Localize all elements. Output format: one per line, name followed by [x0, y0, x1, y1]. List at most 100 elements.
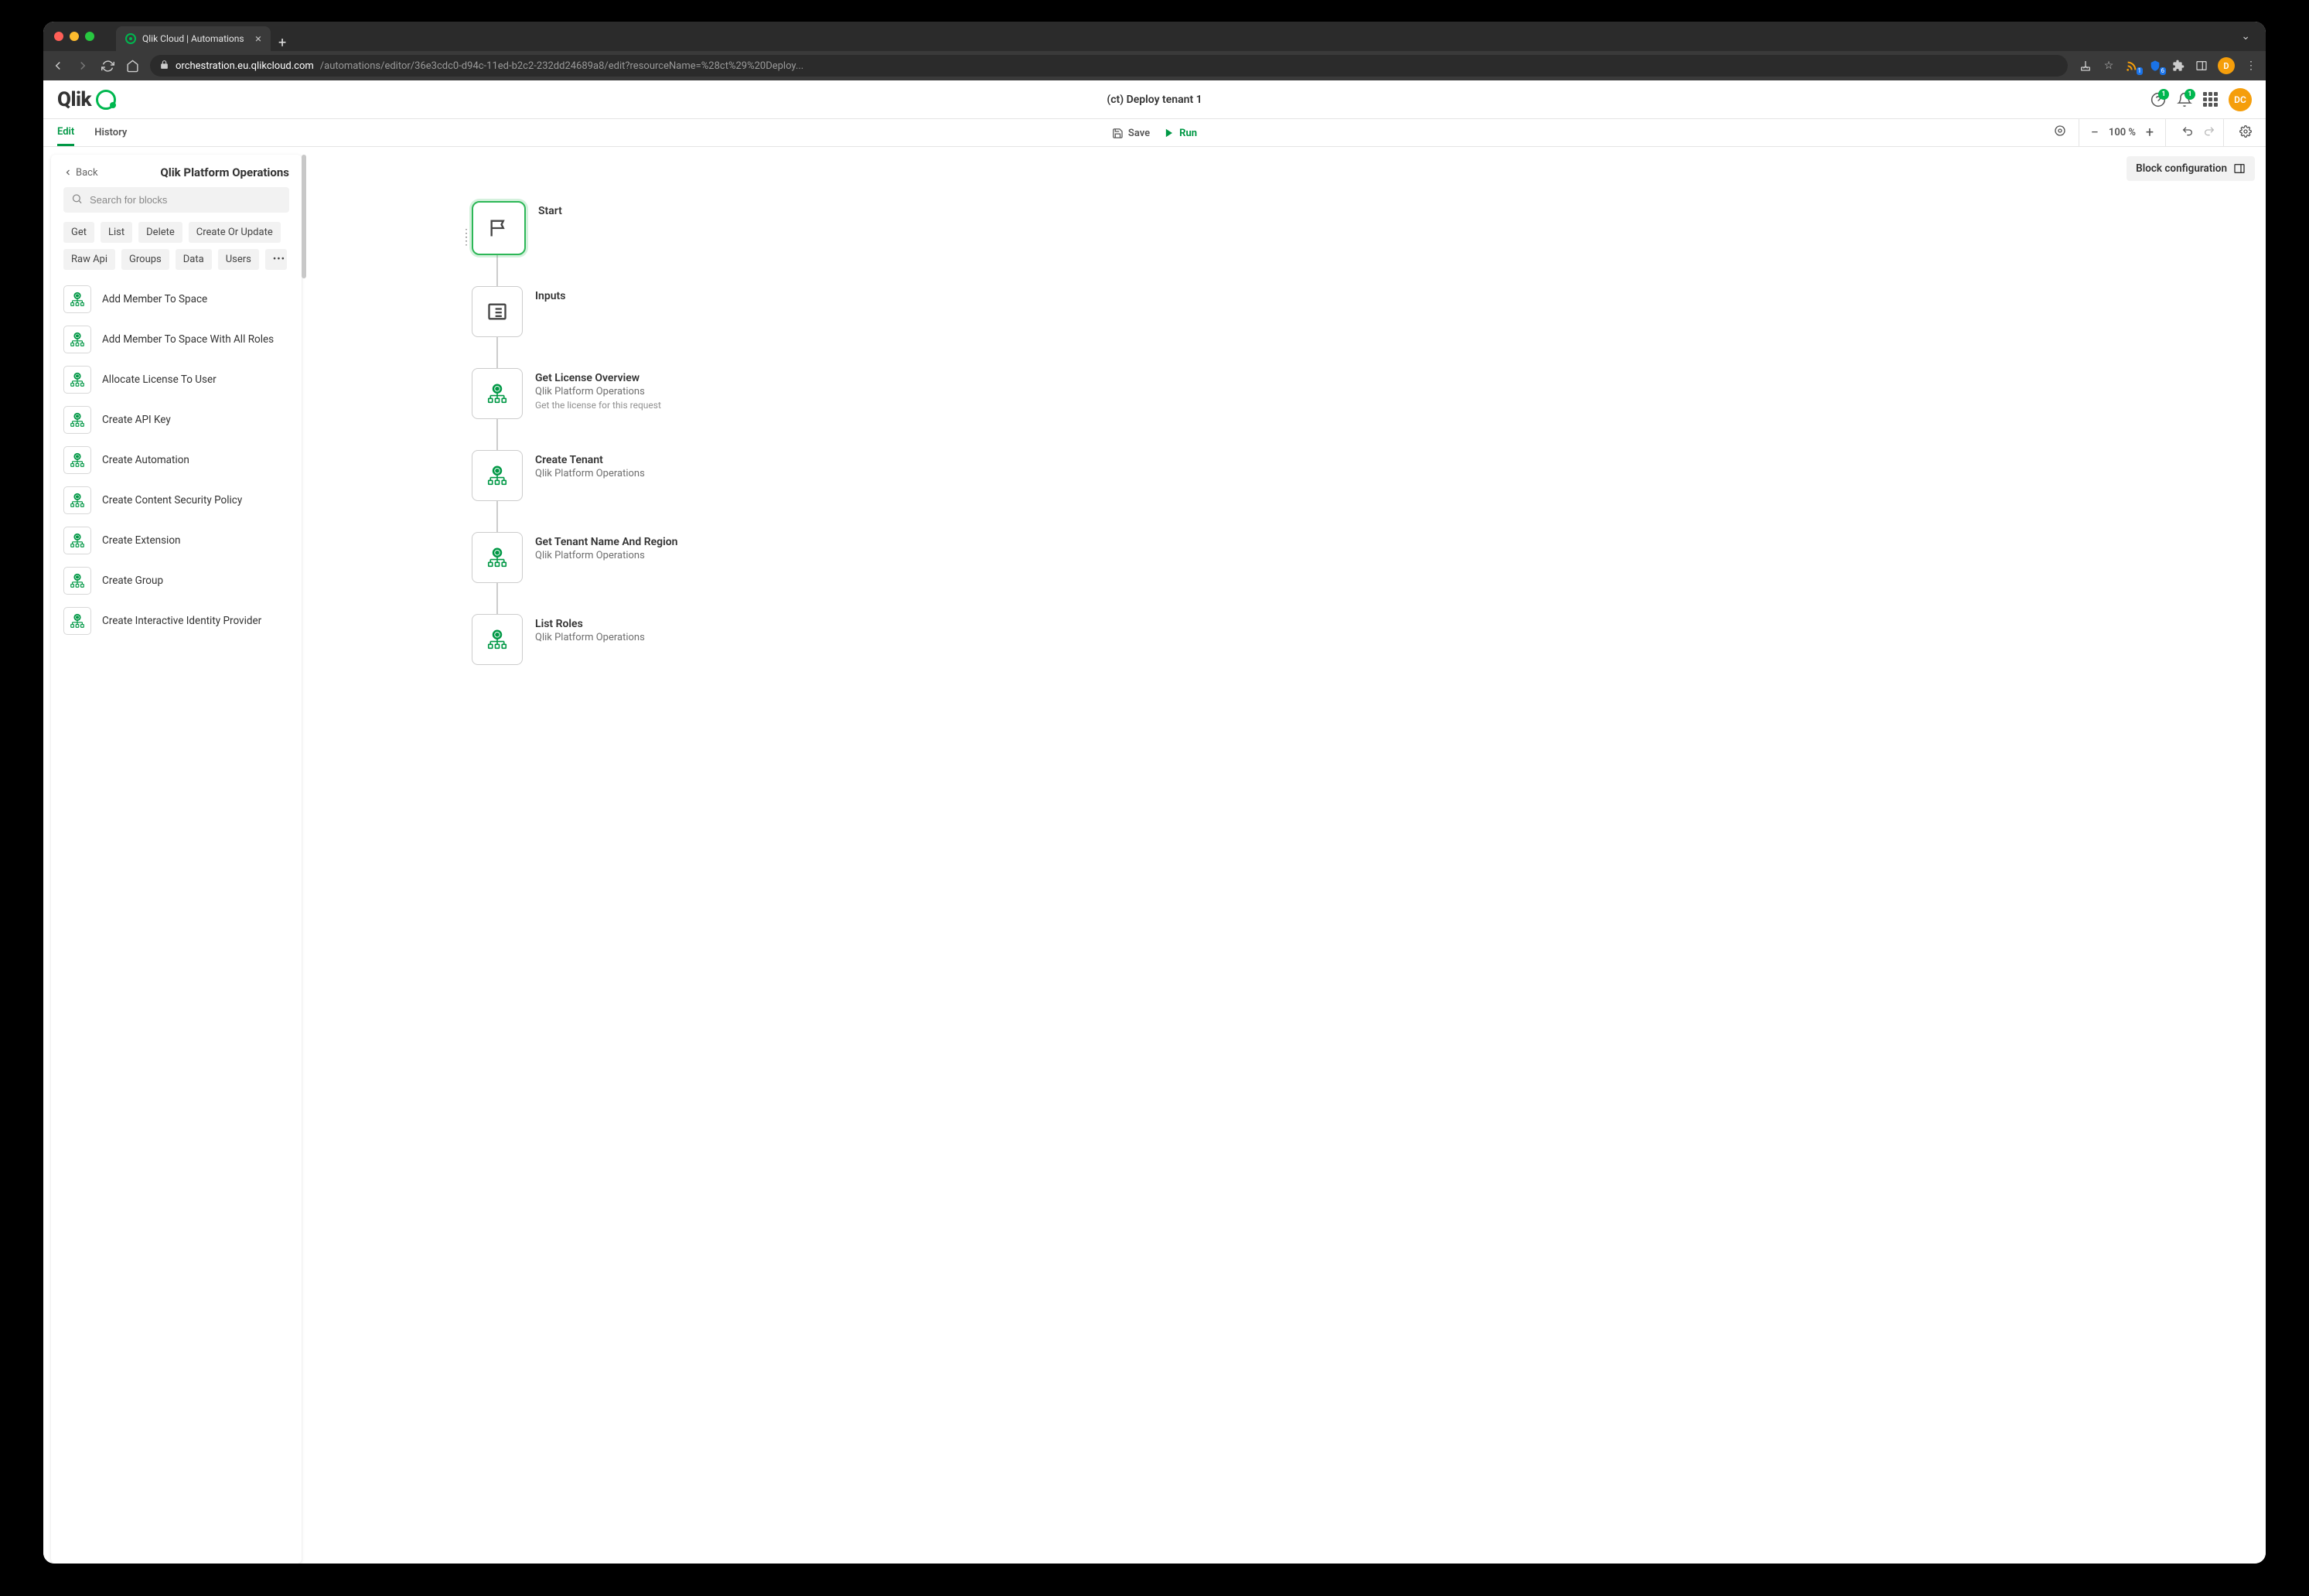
- chip-raw-api[interactable]: Raw Api: [63, 249, 115, 270]
- flow-node[interactable]: Get Tenant Name And Region Qlik Platform…: [472, 532, 677, 583]
- nav-back-icon[interactable]: [51, 59, 65, 73]
- save-button[interactable]: Save: [1112, 128, 1150, 139]
- block-list[interactable]: Add Member To Space Add Member To Space …: [51, 279, 302, 1564]
- window-maximize[interactable]: [85, 32, 94, 41]
- block-item[interactable]: Create Automation: [63, 440, 289, 480]
- extension-shield-icon[interactable]: 6: [2148, 59, 2162, 73]
- node-box[interactable]: [472, 450, 523, 501]
- block-item[interactable]: Create Group: [63, 561, 289, 601]
- browser-tab-active[interactable]: Qlik Cloud | Automations ×: [116, 26, 271, 51]
- bookmark-star-icon[interactable]: ☆: [2102, 59, 2116, 73]
- tab-favicon-icon: [125, 33, 136, 44]
- chip-delete[interactable]: Delete: [138, 222, 182, 243]
- help-badge: 1: [2158, 89, 2169, 100]
- node-title: Inputs: [535, 289, 565, 303]
- node-connector-label: Qlik Platform Operations: [535, 468, 645, 481]
- tab-close-icon[interactable]: ×: [255, 32, 261, 46]
- chip-users[interactable]: Users: [218, 249, 259, 270]
- chip-list[interactable]: List: [101, 222, 132, 243]
- nav-forward-icon[interactable]: [76, 59, 90, 73]
- page-title: (ct) Deploy tenant 1: [1107, 94, 1202, 106]
- block-item[interactable]: Add Member To Space With All Roles: [63, 319, 289, 360]
- block-item[interactable]: Create Extension: [63, 520, 289, 561]
- browser-titlebar: Qlik Cloud | Automations × + ⌄: [43, 22, 2266, 51]
- zoom-out-button[interactable]: −: [2089, 124, 2101, 141]
- recenter-button[interactable]: [2054, 124, 2066, 141]
- block-item[interactable]: Create API Key: [63, 400, 289, 440]
- block-item[interactable]: Create Interactive Identity Provider: [63, 601, 289, 641]
- node-title: Get Tenant Name And Region: [535, 535, 677, 549]
- run-label: Run: [1179, 128, 1197, 139]
- node-box[interactable]: [472, 201, 526, 255]
- logo-q-icon: [96, 90, 116, 110]
- extension-rss-icon[interactable]: 1: [2125, 59, 2139, 73]
- qpo-icon: [63, 446, 91, 474]
- flow-node[interactable]: Get License Overview Qlik Platform Opera…: [472, 368, 677, 419]
- help-button[interactable]: 1: [2150, 92, 2166, 107]
- tabs-dropdown-icon[interactable]: ⌄: [2241, 30, 2255, 43]
- app-header: Qlik (ct) Deploy tenant 1 1 1 DC: [43, 80, 2266, 119]
- chip-groups[interactable]: Groups: [121, 249, 169, 270]
- qpo-icon: [63, 285, 91, 313]
- node-box[interactable]: [472, 614, 523, 665]
- chip-get[interactable]: Get: [63, 222, 94, 243]
- qpo-icon: [63, 486, 91, 514]
- tab-strip: Qlik Cloud | Automations × +: [116, 22, 294, 51]
- tab-edit[interactable]: Edit: [57, 119, 74, 146]
- nav-reload-icon[interactable]: [101, 59, 114, 73]
- block-item[interactable]: Create Content Security Policy: [63, 480, 289, 520]
- block-item[interactable]: Add Member To Space: [63, 279, 289, 319]
- view-tabs: Edit History: [57, 119, 127, 146]
- undo-button[interactable]: [2181, 125, 2194, 141]
- chip-data[interactable]: Data: [176, 249, 212, 270]
- node-description: Get the license for this request: [535, 400, 661, 412]
- panel-icon[interactable]: [2195, 59, 2208, 73]
- browser-profile-avatar[interactable]: D: [2218, 57, 2235, 74]
- flow-node[interactable]: Inputs: [472, 286, 677, 337]
- flow-node[interactable]: List Roles Qlik Platform Operations: [472, 614, 677, 665]
- canvas[interactable]: Block configuration ⋮⋮⋮⋮⋮⋮ Start Inputs …: [302, 147, 2266, 1564]
- block-item[interactable]: Allocate License To User: [63, 360, 289, 400]
- ext2-badge: 6: [2160, 67, 2167, 75]
- notifications-button[interactable]: 1: [2177, 92, 2192, 107]
- connector-line: [496, 583, 498, 614]
- node-box[interactable]: [472, 532, 523, 583]
- window-minimize[interactable]: [70, 32, 79, 41]
- back-button[interactable]: Back: [63, 167, 98, 179]
- app-launcher-button[interactable]: [2203, 92, 2218, 107]
- chip-create-or-update[interactable]: Create Or Update: [189, 222, 281, 243]
- browser-menu-icon[interactable]: ⋮: [2244, 59, 2258, 73]
- node-info: Get License Overview Qlik Platform Opera…: [535, 368, 661, 412]
- flow-node[interactable]: ⋮⋮⋮⋮⋮⋮ Start: [472, 201, 677, 255]
- connector-line: [496, 255, 498, 286]
- settings-button[interactable]: [2232, 125, 2252, 141]
- flow-node[interactable]: Create Tenant Qlik Platform Operations: [472, 450, 677, 501]
- header-actions: 1 1 DC: [2150, 88, 2252, 111]
- redo-button[interactable]: [2203, 125, 2215, 141]
- new-tab-button[interactable]: +: [271, 35, 294, 51]
- block-label: Add Member To Space: [102, 293, 207, 305]
- app-main: Back Qlik Platform Operations Get List D…: [43, 147, 2266, 1564]
- window-close[interactable]: [54, 32, 63, 41]
- node-info: Start: [538, 201, 562, 218]
- block-config-button[interactable]: Block configuration: [2127, 156, 2255, 181]
- share-icon[interactable]: [2079, 59, 2092, 73]
- lock-icon: [159, 60, 169, 73]
- chip-more[interactable]: •••: [265, 249, 287, 270]
- search-input[interactable]: [63, 187, 289, 213]
- zoom-in-button[interactable]: +: [2144, 124, 2156, 141]
- node-box[interactable]: [472, 368, 523, 419]
- tab-history[interactable]: History: [94, 119, 127, 146]
- node-info: Get Tenant Name And Region Qlik Platform…: [535, 532, 677, 563]
- block-config-label: Block configuration: [2136, 162, 2227, 175]
- qpo-icon: [63, 527, 91, 554]
- browser-window: Qlik Cloud | Automations × + ⌄ orchestra…: [43, 22, 2266, 1564]
- extensions-puzzle-icon[interactable]: [2171, 59, 2185, 73]
- node-box[interactable]: [472, 286, 523, 337]
- nav-home-icon[interactable]: [125, 59, 139, 73]
- qlik-logo[interactable]: Qlik: [57, 88, 116, 111]
- user-avatar[interactable]: DC: [2229, 88, 2252, 111]
- undo-redo: [2174, 119, 2224, 146]
- run-button[interactable]: Run: [1164, 128, 1197, 139]
- address-bar[interactable]: orchestration.eu.qlikcloud.com/automatio…: [150, 55, 2068, 77]
